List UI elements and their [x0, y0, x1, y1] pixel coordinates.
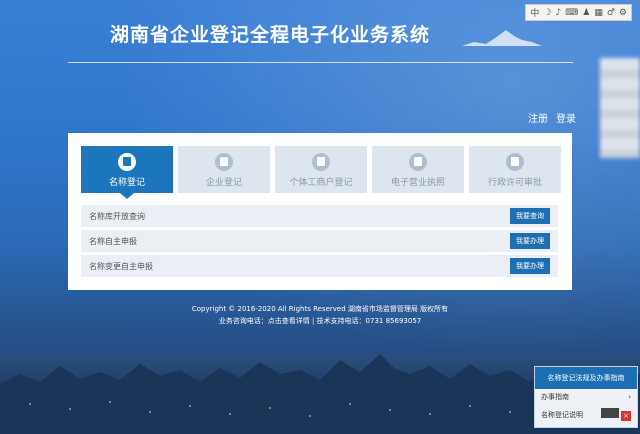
- chevron-right-icon: ›: [628, 393, 631, 401]
- tab-label: 电子营业执照: [390, 178, 445, 188]
- building-icon: [215, 153, 233, 171]
- copyright-text: Copyright © 2016-2020 All Rights Reserve…: [191, 305, 449, 313]
- tab-label: 企业登记: [205, 178, 242, 188]
- apply-button[interactable]: 我要办理: [510, 233, 550, 249]
- item-label: 名称变更自主申报: [89, 261, 153, 271]
- list-item: 名称变更自主申报 我要办理: [81, 255, 558, 277]
- dock-guide-label: 办事指南: [541, 393, 569, 401]
- license-icon: [409, 153, 427, 171]
- title-divider: [68, 62, 573, 63]
- service-panel: 名称登记 企业登记 个体工商户登记 电子营业执照 行政许可审批 名称库开放查询 …: [68, 133, 572, 290]
- contact-text: 业务咨询电话：点击查看详情 | 技术支持电话：0731 85693057: [218, 317, 422, 325]
- service-tabs: 名称登记 企业登记 个体工商户登记 电子营业执照 行政许可审批: [81, 146, 561, 199]
- shop-icon: [312, 153, 330, 171]
- lang-icon[interactable]: 中: [530, 6, 539, 19]
- tab-label: 名称登记: [108, 178, 145, 188]
- page-title: 湖南省企业登记全程电子化业务系统: [110, 24, 431, 46]
- login-link[interactable]: 登录: [556, 110, 576, 125]
- list-item: 名称库开放查询 我要查询: [81, 205, 558, 227]
- tab-enterprise-registration[interactable]: 企业登记: [178, 146, 270, 193]
- user-icon[interactable]: ♟: [582, 8, 590, 18]
- register-link[interactable]: 注册: [528, 110, 548, 125]
- tab-name-registration[interactable]: 名称登记: [81, 146, 173, 199]
- close-icon[interactable]: ×: [621, 411, 631, 421]
- settings-icon[interactable]: ⚙: [619, 8, 627, 18]
- tab-label: 个体工商户登记: [289, 178, 353, 188]
- item-label: 名称自主申报: [89, 236, 137, 246]
- music-icon[interactable]: ♪: [556, 8, 562, 18]
- dock-notes-label[interactable]: 名称登记说明: [541, 410, 583, 420]
- dock-header-button[interactable]: 名称登记法规及办事指南: [535, 367, 637, 389]
- tab-label: 行政许可审批: [487, 178, 542, 188]
- thumbnail-image: [600, 408, 619, 418]
- auth-links: 注册 登录: [528, 110, 576, 125]
- statue-image: [462, 30, 542, 46]
- tab-administrative-approval[interactable]: 行政许可审批: [469, 146, 561, 193]
- query-button[interactable]: 我要查询: [510, 208, 550, 224]
- document-icon: [118, 153, 136, 171]
- dock-notes-row: 名称登记说明 ×: [535, 405, 637, 424]
- service-list: 名称库开放查询 我要查询 名称自主申报 我要办理 名称变更自主申报 我要办理: [81, 205, 558, 280]
- apply-change-button[interactable]: 我要办理: [510, 258, 550, 274]
- dock-guide-link[interactable]: 办事指南 ›: [535, 389, 637, 405]
- list-item: 名称自主申报 我要办理: [81, 230, 558, 252]
- keyboard-icon[interactable]: ⌨: [565, 8, 578, 18]
- tab-electronic-license[interactable]: 电子营业执照: [372, 146, 464, 193]
- tab-individual-business[interactable]: 个体工商户登记: [275, 146, 367, 193]
- user-icon: [506, 153, 524, 171]
- grid-icon[interactable]: ▦: [594, 8, 603, 18]
- blurred-side-panel: [600, 58, 640, 158]
- help-dock: 名称登记法规及办事指南 办事指南 › 名称登记说明 ×: [534, 366, 638, 428]
- item-label: 名称库开放查询: [89, 211, 145, 221]
- moon-icon[interactable]: ☽: [543, 8, 551, 18]
- browser-extension-toolbar[interactable]: 中 ☽ ♪ ⌨ ♟ ▦ ♂ ⚙: [525, 4, 632, 21]
- profile-icon[interactable]: ♂: [607, 8, 615, 18]
